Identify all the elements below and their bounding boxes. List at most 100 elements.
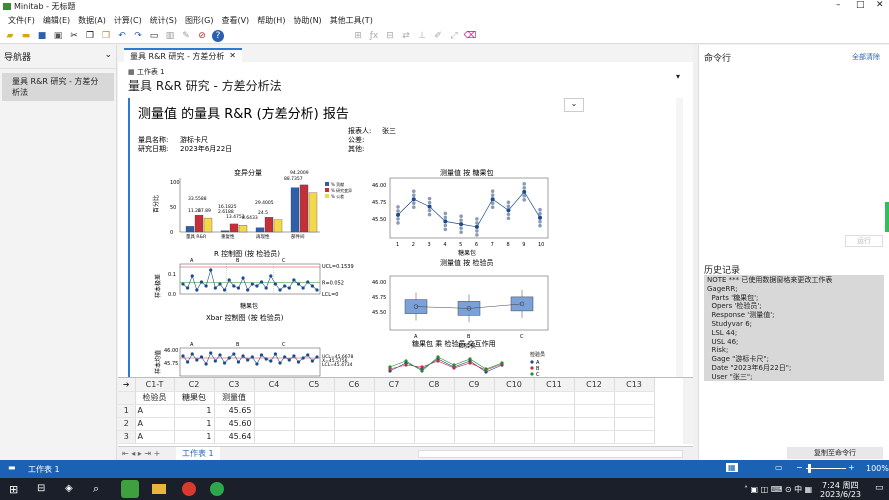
windows-icon[interactable]: ⊞ [9, 483, 18, 496]
undo-icon[interactable]: ↶ [116, 30, 128, 42]
column-header[interactable]: C11 [534, 378, 575, 392]
table-cell[interactable] [414, 404, 455, 418]
table-cell[interactable] [454, 417, 495, 431]
column-name[interactable]: 测量值 [214, 391, 255, 405]
grid-view-icon[interactable]: ▦ [726, 463, 738, 472]
eraser-icon[interactable]: ⌫ [464, 30, 477, 42]
table-cell[interactable]: A [135, 430, 175, 444]
table-cell[interactable] [414, 430, 455, 444]
table-cell[interactable] [614, 404, 655, 418]
column-name[interactable] [614, 391, 655, 405]
collapse-icon[interactable]: ⌄ [564, 98, 584, 112]
tree-icon[interactable]: ⊥ [416, 30, 428, 42]
cut-icon[interactable]: ✂ [68, 30, 80, 42]
history-list[interactable]: NOTE *** 已使用数据窗格来更改工作表 GageRR; Parts '糖果包… [704, 275, 884, 381]
column-header[interactable]: C9 [454, 378, 495, 392]
zoom-slider[interactable] [806, 468, 846, 469]
menu-item-0[interactable]: 文件(F) [4, 15, 39, 26]
minimize-icon[interactable]: – [836, 0, 841, 10]
h-scrollbar[interactable] [418, 450, 683, 458]
open-icon[interactable]: ▬ [20, 30, 32, 42]
table-cell[interactable] [334, 404, 375, 418]
table-cell[interactable] [414, 417, 455, 431]
table-cell[interactable] [254, 417, 295, 431]
run-button[interactable]: 运行 [845, 235, 883, 247]
table-cell[interactable] [534, 430, 575, 444]
menu-item-2[interactable]: 数据(A) [74, 15, 110, 26]
column-name[interactable] [574, 391, 615, 405]
column-header[interactable]: C1-T [135, 378, 175, 392]
column-name[interactable] [494, 391, 535, 405]
column-name[interactable] [534, 391, 575, 405]
graph-icon[interactable]: ▥ [164, 30, 176, 42]
table-cell[interactable] [454, 430, 495, 444]
column-name[interactable] [334, 391, 375, 405]
formula-icon[interactable]: ƒx [368, 30, 380, 42]
table-cell[interactable]: 1 [174, 417, 215, 431]
table-cell[interactable] [614, 417, 655, 431]
menu-item-3[interactable]: 计算(C) [110, 15, 146, 26]
flow-icon[interactable]: ⇄ [400, 30, 412, 42]
output-icon[interactable]: ▭ [148, 30, 160, 42]
column-header[interactable]: C12 [574, 378, 615, 392]
clear-all-button[interactable]: 全部清除 [852, 52, 880, 62]
table-cell[interactable] [294, 430, 335, 444]
brush-icon[interactable]: ✎ [180, 30, 192, 42]
column-header[interactable]: C3 [214, 378, 255, 392]
tab-gage-rr[interactable]: 量具 R&R 研究 - 方差分析法 ✕ [124, 48, 242, 72]
menu-item-4[interactable]: 统计(S) [146, 15, 181, 26]
menu-item-5[interactable]: 图形(G) [181, 15, 217, 26]
help-icon[interactable]: ? [212, 29, 224, 42]
grid-scrollbar[interactable] [683, 378, 693, 444]
column-name[interactable] [254, 391, 295, 405]
split-view-icon[interactable]: ▭ [775, 463, 783, 472]
table-cell[interactable] [334, 417, 375, 431]
zoom-out-icon[interactable]: − [796, 463, 803, 472]
sheet-nav-icon[interactable]: ⇤ ◂ ▸ ⇥ + [122, 449, 160, 458]
tray-icons[interactable]: ˄ ▣ ◫ ⌨ ⊙ 中 ▦ [744, 484, 812, 495]
select-icon[interactable]: ⤢ [448, 30, 460, 42]
redo-icon[interactable]: ↷ [132, 30, 144, 42]
table-cell[interactable] [254, 430, 295, 444]
paste-icon[interactable]: ❒ [100, 30, 112, 42]
table-cell[interactable] [534, 404, 575, 418]
menu-item-8[interactable]: 协助(N) [289, 15, 325, 26]
table-cell[interactable]: 1 [174, 404, 215, 418]
copy-to-command-button[interactable]: 复制至命令行 [787, 447, 883, 459]
table-cell[interactable]: 45.64 [214, 430, 255, 444]
ruler-icon[interactable]: ⊞ [352, 30, 364, 42]
column-header[interactable]: C13 [614, 378, 655, 392]
row-header[interactable]: 1 [118, 404, 136, 418]
search-icon[interactable]: ⌕ [93, 482, 99, 496]
menu-item-6[interactable]: 查看(V) [217, 15, 253, 26]
column-name[interactable]: 糖果包 [174, 391, 215, 405]
table-cell[interactable] [494, 430, 535, 444]
table-cell[interactable] [254, 404, 295, 418]
column-name[interactable] [414, 391, 455, 405]
menu-item-7[interactable]: 帮助(H) [253, 15, 289, 26]
folder-icon[interactable] [152, 484, 166, 494]
table-cell[interactable]: A [135, 417, 175, 431]
table-cell[interactable] [374, 404, 415, 418]
minitab-task-icon[interactable] [121, 480, 139, 498]
menu-item-1[interactable]: 编辑(E) [39, 15, 74, 26]
column-header[interactable]: C5 [294, 378, 335, 392]
column-header[interactable]: C8 [414, 378, 455, 392]
table-cell[interactable] [374, 430, 415, 444]
column-header[interactable]: C7 [374, 378, 415, 392]
copy-icon[interactable]: ❐ [84, 30, 96, 42]
table-cell[interactable] [534, 417, 575, 431]
connect-icon[interactable]: ⊟ [384, 30, 396, 42]
table-cell[interactable]: 45.65 [214, 404, 255, 418]
zoom-thumb[interactable] [808, 464, 811, 473]
command-input[interactable] [703, 63, 885, 235]
column-name[interactable] [454, 391, 495, 405]
row-header[interactable]: 2 [118, 417, 136, 431]
table-cell[interactable] [574, 404, 615, 418]
column-header[interactable]: C2 [174, 378, 215, 392]
table-cell[interactable]: A [135, 404, 175, 418]
app-icon[interactable]: ◈ [65, 483, 73, 494]
column-header[interactable]: C10 [494, 378, 535, 392]
save-icon[interactable]: ■ [36, 30, 48, 42]
menu-item-9[interactable]: 其他工具(T) [326, 15, 377, 26]
